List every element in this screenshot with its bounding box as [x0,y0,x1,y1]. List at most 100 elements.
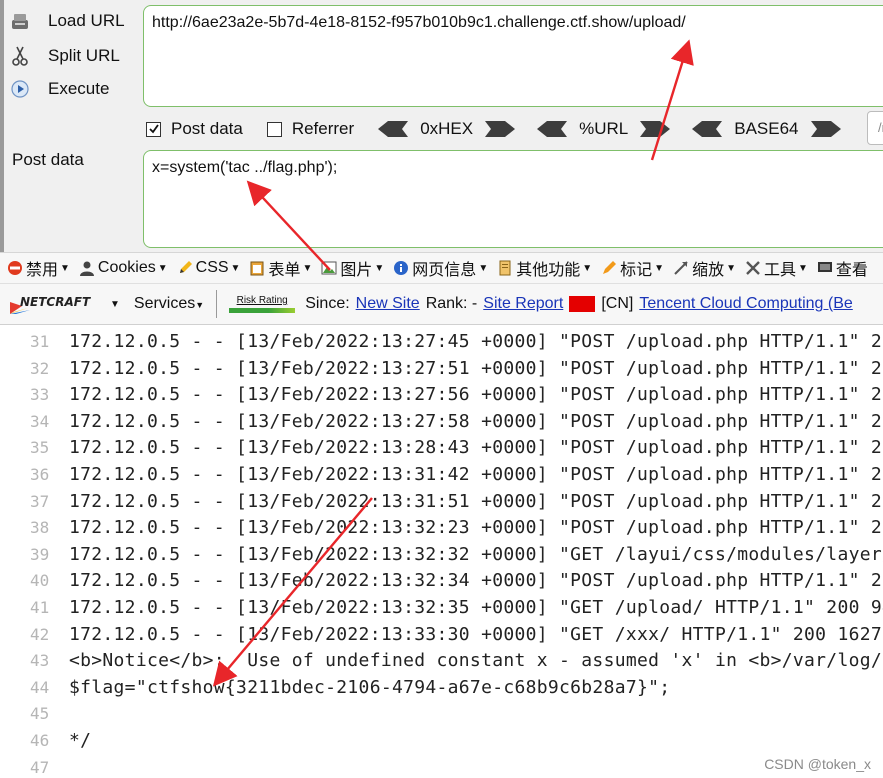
right-arrow-icon[interactable] [810,121,841,137]
toolbar-item-misc[interactable]: 其他功能 ▼ [496,256,592,280]
toolbar-item-forms[interactable]: 表单 ▼ [248,256,312,280]
line-number: 46 [30,731,50,750]
code-line: 43 <b>Notice</b>: Use of undefined consta… [0,648,883,674]
post-data-option[interactable]: Post data [146,119,243,139]
execute-button[interactable]: Execute [8,74,133,104]
extra-input-value: /r [878,120,883,135]
line-text: 172.12.0.5 - - [13/Feb/2022:13:27:51 +00… [69,357,883,379]
toolbar-item-label: 图片 [340,262,373,279]
toolbar-item-page-info[interactable]: 网页信息 ▼ [392,256,488,280]
line-text: <b>Notice</b>: Use of undefined constant… [69,650,883,672]
toolbar-item-resize[interactable]: 缩放 ▼ [672,256,736,280]
toolbar-item-label: 查看 [835,262,868,279]
netcraft-toolbar: NETCRAFT ▼ Services▼ Risk Rating Since: … [0,284,883,325]
toolbar-item-css[interactable]: CSS ▼ [176,259,240,277]
hex-encoder[interactable]: 0xHEX [378,119,516,139]
url-encode-label: %URL [579,119,629,138]
post-data-option-label: Post data [171,119,243,138]
country-code: [CN] [601,295,634,312]
extra-input[interactable]: /r [867,111,883,145]
rank-label: Rank: - [425,295,478,312]
execute-label: Execute [48,79,110,98]
load-url-label: Load URL [48,11,125,30]
toolbar-item-label: 禁用 [26,262,59,279]
toolbar-item-label: 缩放 [692,262,725,279]
code-line: 45 [0,701,883,727]
hex-label: 0xHEX [420,119,474,138]
line-text: 172.12.0.5 - - [13/Feb/2022:13:32:32 +00… [69,543,883,565]
line-text: 172.12.0.5 - - [13/Feb/2022:13:28:43 +00… [69,437,883,459]
toolbar-item-view[interactable]: 查看 [816,256,868,280]
toolbar-item-label: 标记 [620,262,653,279]
line-number: 43 [30,651,50,671]
post-data-label: Post data [12,150,84,169]
line-number: 37 [30,491,50,511]
toolbar-item-label: 其他功能 [516,262,581,279]
no-entry-icon [6,259,24,277]
right-arrow-icon[interactable] [485,121,516,137]
referrer-option[interactable]: Referrer [266,119,354,139]
line-text: 172.12.0.5 - - [13/Feb/2022:13:27:45 +00… [69,331,883,352]
left-arrow-icon[interactable] [537,121,568,137]
left-arrow-icon[interactable] [378,121,409,137]
toolbar-item-disable[interactable]: 禁用 ▼ [6,256,70,280]
toolbar-item-outline[interactable]: 标记 ▼ [600,256,664,280]
toolbar-item-label: Cookies [97,259,156,276]
url-encoder[interactable]: %URL [537,119,671,139]
web-developer-toolbar: 禁用 ▼ Cookies ▼ CSS ▼ 表单 ▼ 图片 ▼ 网页信息 ▼ 其他功能 ▼ 标记… [0,253,883,284]
risk-rating-bar [229,308,296,313]
line-number: 32 [30,358,50,378]
resize-icon [672,259,690,277]
netcraft-logo[interactable]: NETCRAFT [10,291,102,317]
line-text: $flag="ctfshow{3211bdec-2106-4794-a67e-c… [69,676,671,698]
line-text: 172.12.0.5 - - [13/Feb/2022:13:31:51 +00… [69,490,883,512]
netcraft-menu-caret[interactable]: ▼ [110,299,120,310]
line-number: 33 [30,385,50,405]
line-number: 40 [30,571,50,591]
line-number: 45 [30,704,50,724]
referrer-checkbox[interactable] [266,121,282,137]
toolbar-item-tools[interactable]: 工具 ▼ [744,256,808,280]
toolbar-item-cookies[interactable]: Cookies ▼ [78,259,168,277]
toolbar-item-label: 表单 [268,262,301,279]
line-number: 35 [30,438,50,458]
marker-icon [600,259,618,277]
play-icon [8,77,32,101]
code-line: 31 172.12.0.5 - - [13/Feb/2022:13:27:45 +… [0,329,883,355]
line-text: */ [69,730,92,751]
left-strip [0,0,4,252]
since-label: Since: [305,295,350,312]
code-line: 35 172.12.0.5 - - [13/Feb/2022:13:28:43 +… [0,435,883,461]
services-menu[interactable]: Services▼ [134,295,204,313]
document-icon [496,259,514,277]
right-arrow-icon[interactable] [640,121,671,137]
code-line: 44 $flag="ctfshow{3211bdec-2106-4794-a67e… [0,675,883,701]
image-icon [320,259,338,277]
svg-text:NETCRAFT: NETCRAFT [20,295,91,309]
left-arrow-icon[interactable] [692,121,723,137]
code-line: 34 172.12.0.5 - - [13/Feb/2022:13:27:58 +… [0,409,883,435]
hosting-link[interactable]: Tencent Cloud Computing (Be [639,295,852,313]
toolbar-item-label: 网页信息 [412,262,477,279]
url-input[interactable]: http://6ae23a2e-5b7d-4e18-8152-f957b010b… [143,5,883,107]
user-icon [78,259,96,277]
pencil-icon [176,259,194,277]
post-data-checkbox[interactable] [146,121,161,137]
split-url-button[interactable]: Split URL [8,41,133,71]
code-line: 37 172.12.0.5 - - [13/Feb/2022:13:31:51 +… [0,489,883,515]
load-url-button[interactable]: Load URL [8,6,133,36]
line-number: 47 [30,757,50,777]
post-data-input[interactable]: x=system('tac ../flag.php'); [143,150,883,248]
site-report-link[interactable]: Site Report [483,295,563,313]
line-number: 34 [30,411,50,431]
toolbar-item-label: CSS [195,259,229,276]
new-site-link[interactable]: New Site [356,295,420,313]
toolbar-item-images[interactable]: 图片 ▼ [320,256,384,280]
base64-encoder[interactable]: BASE64 [692,119,841,139]
code-line: 47 [0,755,883,778]
load-url-icon [8,9,32,33]
toolbar-item-label: 工具 [763,262,796,279]
line-text: 172.12.0.5 - - [13/Feb/2022:13:27:56 +00… [69,384,883,406]
code-line: 39 172.12.0.5 - - [13/Feb/2022:13:32:32 +… [0,542,883,568]
code-line: 38 172.12.0.5 - - [13/Feb/2022:13:32:23 +… [0,515,883,541]
